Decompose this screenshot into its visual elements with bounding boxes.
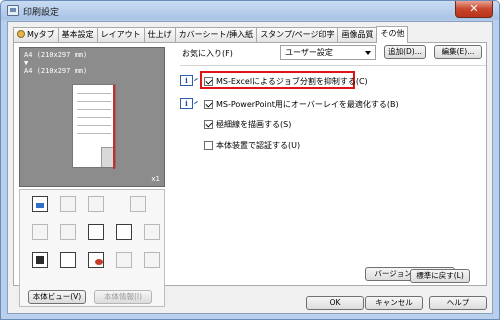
checkbox[interactable] bbox=[204, 120, 213, 129]
copies-count: x1 bbox=[151, 175, 160, 183]
staple-icon bbox=[32, 224, 48, 240]
tray-icon bbox=[60, 196, 76, 212]
printer-app-icon bbox=[7, 5, 19, 16]
duplex-icon bbox=[32, 196, 48, 212]
ok-button[interactable]: OK bbox=[306, 296, 364, 310]
title-bar: 印刷設定 ✕ bbox=[1, 1, 499, 21]
checkbox[interactable] bbox=[204, 141, 213, 150]
help-button[interactable]: ヘルプ bbox=[429, 296, 487, 310]
sheet-line bbox=[77, 93, 111, 94]
text-icon bbox=[88, 224, 104, 240]
option-label: MS-Excelによるジョブ分割を抑制する(C) bbox=[216, 77, 368, 86]
preview-sheet bbox=[72, 84, 116, 169]
user-auth-icon bbox=[60, 252, 76, 268]
output-tray-icon bbox=[32, 252, 48, 268]
punch-icon bbox=[130, 196, 146, 212]
option-label: 本体装置で認証する(U) bbox=[216, 141, 301, 150]
window-title: 印刷設定 bbox=[23, 8, 60, 18]
dialog-client-area: Myタブ 基本設定 レイアウト 仕上げ カバーシート/挿入紙 スタンプ/ページ印… bbox=[7, 21, 493, 314]
sheet-line bbox=[77, 109, 111, 110]
printer-info-button[interactable]: 本体情報(I) bbox=[94, 290, 152, 304]
trash-icon bbox=[144, 252, 160, 268]
print-preview: A4 (210x297 mm) ▼ A4 (210x297 mm) x1 bbox=[19, 47, 165, 187]
sheet-line bbox=[77, 117, 111, 118]
tab-other[interactable]: その他 bbox=[376, 26, 409, 43]
tab-stamp[interactable]: スタンプ/ページ印字 bbox=[256, 27, 339, 42]
printer-view-button[interactable]: 本体ビュー(V) bbox=[28, 290, 86, 304]
user-icon bbox=[17, 30, 25, 38]
tab-panel-other: A4 (210x297 mm) ▼ A4 (210x297 mm) x1 本体ビ… bbox=[13, 42, 487, 307]
option-draw-thin-lines[interactable]: 極細線を描画する(S) bbox=[204, 119, 291, 130]
checkbox[interactable] bbox=[204, 100, 213, 109]
tab-layout[interactable]: レイアウト bbox=[96, 27, 145, 42]
booklet-icon bbox=[144, 224, 160, 240]
close-button[interactable]: ✕ bbox=[455, 1, 493, 18]
copy-icon bbox=[88, 196, 104, 212]
tab-my-tab[interactable]: Myタブ bbox=[13, 27, 59, 42]
printer-option-icons: 本体ビュー(V) 本体情報(I) bbox=[19, 189, 165, 307]
option-label: MS-PowerPoint用にオーバーレイを最適化する(B) bbox=[216, 100, 399, 109]
sheet-line bbox=[77, 125, 111, 126]
divider bbox=[180, 65, 486, 66]
info-icon[interactable]: i bbox=[180, 98, 193, 109]
chevron-down-icon bbox=[365, 51, 371, 55]
add-favorite-button[interactable]: 追加(D)... bbox=[384, 45, 426, 59]
sheet-line bbox=[77, 133, 111, 134]
print-settings-window: 印刷設定 ✕ Myタブ 基本設定 レイアウト 仕上げ カバーシート/挿入紙 スタ… bbox=[0, 0, 500, 320]
page-fold bbox=[101, 147, 115, 167]
favorites-selected-value: ユーザー設定 bbox=[285, 48, 333, 57]
fold-icon bbox=[60, 224, 76, 240]
tab-cover-sheet[interactable]: カバーシート/挿入紙 bbox=[174, 27, 258, 42]
tab-basic[interactable]: 基本設定 bbox=[57, 27, 98, 42]
option-authenticate-on-device[interactable]: 本体装置で認証する(U) bbox=[204, 140, 300, 151]
favorites-label: お気に入り(F) bbox=[182, 49, 233, 58]
account-icon bbox=[88, 252, 104, 268]
restore-defaults-button[interactable]: 標準に戻す(L) bbox=[410, 269, 470, 283]
document-icon bbox=[116, 224, 132, 240]
cancel-button[interactable]: キャンセル bbox=[365, 296, 423, 310]
option-suppress-excel-split[interactable]: MS-Excelによるジョブ分割を抑制する(C) bbox=[204, 76, 368, 87]
paper-size-label: A4 (210x297 mm) ▼ A4 (210x297 mm) bbox=[24, 51, 88, 75]
checkbox[interactable] bbox=[204, 77, 213, 86]
info-icon[interactable]: i bbox=[180, 75, 193, 86]
option-label: 極細線を描画する(S) bbox=[216, 120, 292, 129]
tab-image-quality[interactable]: 画像品質 bbox=[337, 27, 378, 42]
option-optimize-powerpoint-overlay[interactable]: MS-PowerPoint用にオーバーレイを最適化する(B) bbox=[204, 99, 399, 110]
edit-favorite-button[interactable]: 編集(E)... bbox=[434, 45, 482, 59]
tab-strip: Myタブ 基本設定 レイアウト 仕上げ カバーシート/挿入紙 スタンプ/ページ印… bbox=[13, 26, 409, 43]
sheet-line bbox=[77, 101, 111, 102]
tab-finishing[interactable]: 仕上げ bbox=[143, 27, 176, 42]
stamp-icon bbox=[116, 252, 132, 268]
favorites-select[interactable]: ユーザー設定 bbox=[280, 45, 376, 60]
